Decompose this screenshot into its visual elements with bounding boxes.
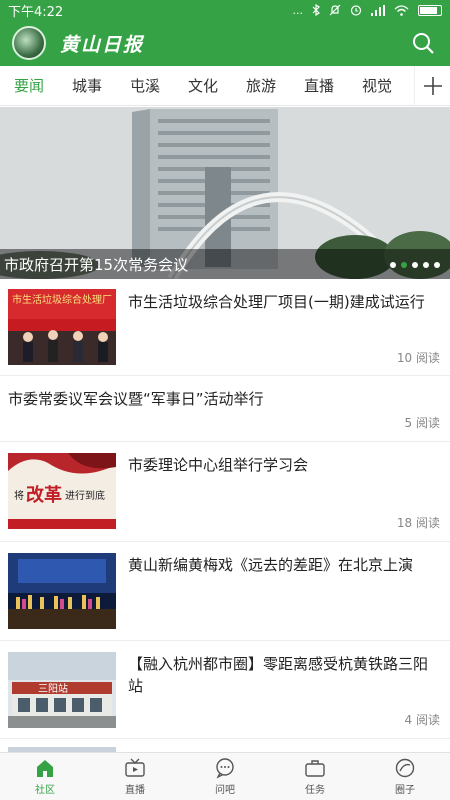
add-tab-button[interactable] xyxy=(414,65,450,106)
battery-icon xyxy=(418,4,442,16)
nav-community[interactable]: 社区 xyxy=(0,753,90,800)
news-title: 市委常委议军会议暨“军事日”活动举行 xyxy=(8,390,264,408)
signal-icon xyxy=(371,4,385,16)
news-title: 黄山新编黄梅戏《远去的差距》在北京上演 xyxy=(128,556,414,574)
status-time: 下午4:22 xyxy=(8,4,64,20)
news-item[interactable]: 黄山新编黄梅戏《远去的差距》在北京上演 xyxy=(0,542,450,641)
thumb-text-big: 改革 xyxy=(26,484,62,506)
nav-ask[interactable]: 问吧 xyxy=(180,753,270,800)
thumb-text-pre: 将 xyxy=(14,490,24,502)
status-icons: ... xyxy=(292,3,442,17)
news-thumbnail: 三阳站 xyxy=(8,652,116,728)
news-item[interactable]: 将 改革 进行到底 市委理论中心组举行学习会 18 阅读 xyxy=(0,442,450,542)
nav-label: 直播 xyxy=(125,785,145,796)
hero-banner[interactable]: 市政府召开第15次常务会议 xyxy=(0,107,450,279)
alarm-icon xyxy=(350,5,362,16)
read-count: 18 阅读 xyxy=(396,516,440,530)
pagination-dot[interactable] xyxy=(423,262,429,268)
pagination-dot[interactable] xyxy=(390,262,396,268)
circle-pen-icon xyxy=(395,758,415,778)
category-tabs: 要闻 城事 屯溪 文化 旅游 直播 视觉 xyxy=(0,65,450,106)
nav-live[interactable]: 直播 xyxy=(90,753,180,800)
hero-pagination xyxy=(390,262,440,268)
home-icon xyxy=(37,760,53,777)
tab-tunxi[interactable]: 屯溪 xyxy=(116,75,174,96)
tab-travel[interactable]: 旅游 xyxy=(232,75,290,96)
logo-avatar[interactable] xyxy=(12,26,46,60)
nav-circles[interactable]: 圈子 xyxy=(360,753,450,800)
bluetooth-icon xyxy=(312,4,320,16)
news-item[interactable]: 市生活垃圾综合处理厂 市生活垃圾综合处理厂项目(一期)建成试运行 10 阅读 xyxy=(0,279,450,376)
read-count: 4 阅读 xyxy=(404,713,440,727)
nav-tasks[interactable]: 任务 xyxy=(270,753,360,800)
tab-visual[interactable]: 视觉 xyxy=(348,75,406,96)
tv-icon xyxy=(125,758,145,777)
mute-icon xyxy=(329,4,341,16)
read-count: 10 阅读 xyxy=(396,351,440,365)
pagination-dot[interactable] xyxy=(434,262,440,268)
news-title: 【融入杭州都市圈】零距离感受杭黄铁路三阳站 xyxy=(128,655,429,695)
briefcase-icon xyxy=(305,760,325,777)
chat-icon xyxy=(216,758,234,779)
search-button[interactable] xyxy=(408,28,438,58)
read-count: 5 阅读 xyxy=(404,416,440,430)
tab-live[interactable]: 直播 xyxy=(290,75,348,96)
news-item[interactable]: 市委常委议军会议暨“军事日”活动举行 5 阅读 xyxy=(0,376,450,442)
news-title: 市生活垃圾综合处理厂项目(一期)建成试运行 xyxy=(128,293,425,311)
thumb-station-text: 三阳站 xyxy=(38,682,68,695)
news-item-partial[interactable] xyxy=(0,739,450,753)
bottom-navigation: 社区 直播 问吧 任务 圈子 xyxy=(0,752,450,800)
thumb-banner-text: 市生活垃圾综合处理厂 xyxy=(12,293,112,306)
nav-label: 任务 xyxy=(305,785,325,796)
search-icon xyxy=(413,33,434,54)
hero-caption-text: 市政府召开第15次常务会议 xyxy=(4,255,189,274)
status-bar: 下午4:22 ... xyxy=(0,0,450,20)
tab-headlines[interactable]: 要闻 xyxy=(0,75,58,96)
pagination-dot[interactable] xyxy=(412,262,418,268)
thumb-text-post: 进行到底 xyxy=(65,489,105,502)
plus-icon xyxy=(423,76,442,95)
hero-caption: 市政府召开第15次常务会议 xyxy=(0,249,450,279)
news-item[interactable]: 三阳站 【融入杭州都市圈】零距离感受杭黄铁路三阳站 4 阅读 xyxy=(0,641,450,739)
nav-label: 社区 xyxy=(35,785,55,796)
news-thumbnail: 市生活垃圾综合处理厂 xyxy=(8,289,116,365)
nav-label: 圈子 xyxy=(395,785,415,796)
wifi-icon xyxy=(394,4,409,16)
tab-city[interactable]: 城事 xyxy=(58,75,116,96)
tab-culture[interactable]: 文化 xyxy=(174,75,232,96)
news-title: 市委理论中心组举行学习会 xyxy=(128,456,309,474)
brand-title: 黄山日报 xyxy=(60,33,145,56)
news-thumbnail: 将 改革 进行到底 xyxy=(8,453,116,529)
pagination-dot-active[interactable] xyxy=(401,262,407,268)
app-header: 黄山日报 xyxy=(0,20,450,66)
nav-label: 问吧 xyxy=(215,785,235,796)
news-thumbnail xyxy=(8,553,116,629)
status-dots: ... xyxy=(292,3,304,17)
